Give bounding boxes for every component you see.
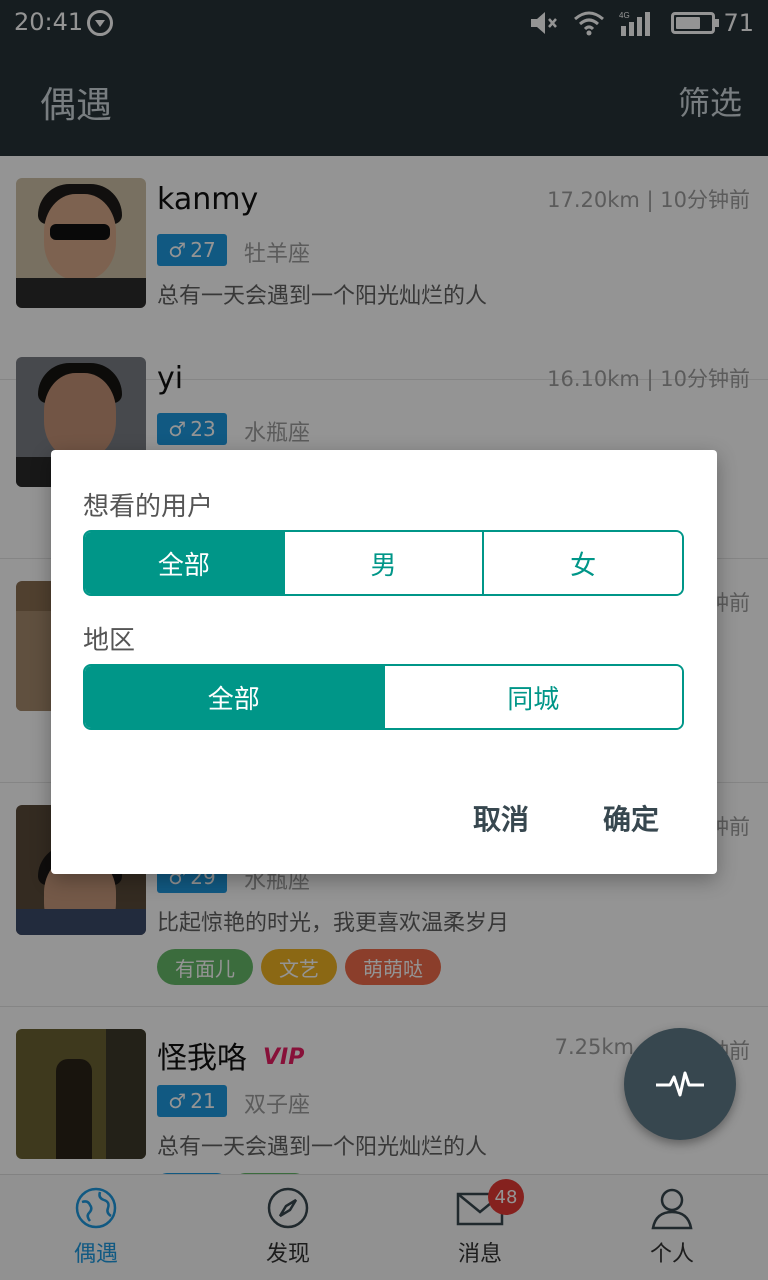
region-filter-label: 地区 xyxy=(83,626,136,656)
filter-dialog: 想看的用户 全部 男 女 地区 全部 同城 取消 确定 xyxy=(51,450,717,874)
gender-option-male[interactable]: 男 xyxy=(284,532,485,594)
region-option-same-city[interactable]: 同城 xyxy=(384,666,682,728)
gender-segmented-control: 全部 男 女 xyxy=(83,530,684,596)
region-option-all[interactable]: 全部 xyxy=(85,666,385,728)
gender-option-female[interactable]: 女 xyxy=(484,532,682,594)
confirm-button[interactable]: 确定 xyxy=(603,798,659,838)
dialog-actions: 取消 确定 xyxy=(473,798,659,838)
pulse-fab-button[interactable] xyxy=(624,1028,736,1140)
gender-option-all[interactable]: 全部 xyxy=(85,532,285,594)
region-segmented-control: 全部 同城 xyxy=(83,664,684,730)
gender-filter-label: 想看的用户 xyxy=(83,492,214,522)
cancel-button[interactable]: 取消 xyxy=(473,798,529,838)
pulse-icon xyxy=(656,1071,704,1097)
